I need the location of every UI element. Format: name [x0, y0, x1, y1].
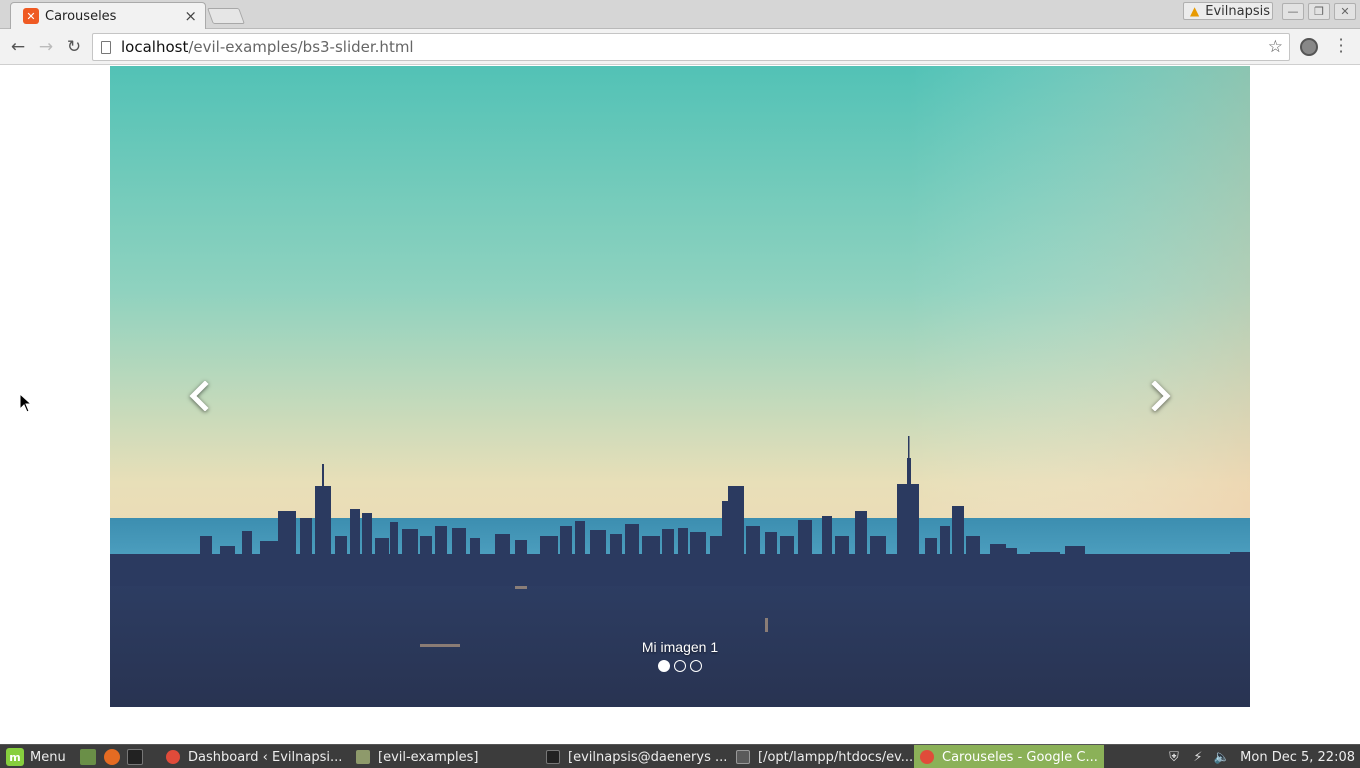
folder-icon — [356, 750, 370, 764]
extension-icon[interactable] — [1300, 38, 1318, 56]
slide-caption: Mi imagen 1 — [641, 639, 719, 655]
firefox-launcher-icon[interactable] — [104, 749, 120, 765]
warning-icon: ▲ — [1190, 4, 1200, 18]
chevron-right-icon — [1151, 381, 1171, 411]
chrome-icon — [166, 750, 180, 764]
profile-name: Evilnapsis — [1205, 3, 1270, 19]
taskbar-window-terminal[interactable]: [evilnapsis@daenerys ... — [540, 745, 728, 768]
slide-image — [110, 66, 1250, 707]
taskbar-window-dashboard[interactable]: Dashboard ‹ Evilnapsi... — [160, 745, 348, 768]
terminal-launcher-icon[interactable] — [127, 749, 143, 765]
taskbar-window-label: Carouseles - Google C... — [942, 749, 1098, 765]
carousel-prev-button[interactable] — [168, 366, 228, 426]
maximize-icon[interactable]: ❐ — [1308, 3, 1330, 20]
chrome-icon — [920, 750, 934, 764]
new-tab-button[interactable] — [207, 8, 245, 24]
indicator-dot[interactable] — [658, 660, 670, 672]
close-icon[interactable]: ✕ — [1334, 3, 1356, 20]
taskbar-window-editor[interactable]: [/opt/lampp/htdocs/ev... — [730, 745, 912, 768]
taskbar-window-label: [/opt/lampp/htdocs/ev... — [758, 749, 912, 765]
mouse-cursor-icon — [19, 393, 33, 413]
taskbar-window-folder[interactable]: [evil-examples] — [350, 745, 538, 768]
browser-tab[interactable]: ✕ Carouseles × — [10, 2, 206, 29]
taskbar-window-label: [evil-examples] — [378, 749, 479, 765]
tab-close-icon[interactable]: × — [184, 7, 197, 25]
page-icon — [101, 40, 111, 54]
tab-title: Carouseles — [45, 8, 117, 24]
taskbar: m Menu Dashboard ‹ Evilnapsi... [evil-ex… — [0, 744, 1360, 768]
carousel-next-button[interactable] — [1132, 366, 1192, 426]
network-icon[interactable]: ⚡ — [1190, 749, 1206, 765]
address-path: /evil-examples/bs3-slider.html — [188, 38, 414, 56]
indicator-dot[interactable] — [674, 660, 686, 672]
forward-icon[interactable]: → — [35, 36, 57, 58]
start-menu-button[interactable]: m Menu — [0, 745, 74, 768]
taskbar-window-carouseles[interactable]: Carouseles - Google C... — [914, 745, 1104, 768]
profile-button[interactable]: ▲ Evilnapsis — [1183, 2, 1273, 20]
taskbar-window-label: [evilnapsis@daenerys ... — [568, 749, 728, 765]
mint-logo-icon: m — [6, 748, 24, 766]
address-bar[interactable]: localhost/evil-examples/bs3-slider.html … — [92, 33, 1290, 61]
xampp-icon: ✕ — [23, 8, 39, 24]
tab-strip: ✕ Carouseles × ▲ Evilnapsis — ❐ ✕ — [0, 0, 1360, 29]
terminal-icon — [546, 750, 560, 764]
taskbar-window-label: Dashboard ‹ Evilnapsi... — [188, 749, 343, 765]
menu-label: Menu — [30, 749, 66, 765]
back-icon[interactable]: ← — [7, 36, 29, 58]
shield-icon[interactable]: ⛨ — [1166, 749, 1182, 765]
chevron-left-icon — [189, 381, 209, 411]
minimize-icon[interactable]: — — [1282, 3, 1304, 20]
reload-icon[interactable]: ↻ — [63, 36, 85, 58]
bookmark-star-icon[interactable]: ☆ — [1268, 37, 1283, 57]
address-host: localhost — [121, 38, 189, 56]
volume-icon[interactable]: 🔈 — [1214, 749, 1230, 765]
carousel-indicators — [110, 660, 1250, 672]
file-manager-launcher-icon[interactable] — [80, 749, 96, 765]
indicator-dot[interactable] — [690, 660, 702, 672]
browser-toolbar: ← → ↻ localhost/evil-examples/bs3-slider… — [0, 29, 1360, 65]
image-carousel: Mi imagen 1 — [110, 66, 1250, 707]
editor-icon — [736, 750, 750, 764]
clock[interactable]: Mon Dec 5, 22:08 — [1240, 745, 1355, 768]
page-viewport: Mi imagen 1 — [0, 66, 1360, 744]
menu-kebab-icon[interactable]: · · · — [1334, 32, 1348, 60]
